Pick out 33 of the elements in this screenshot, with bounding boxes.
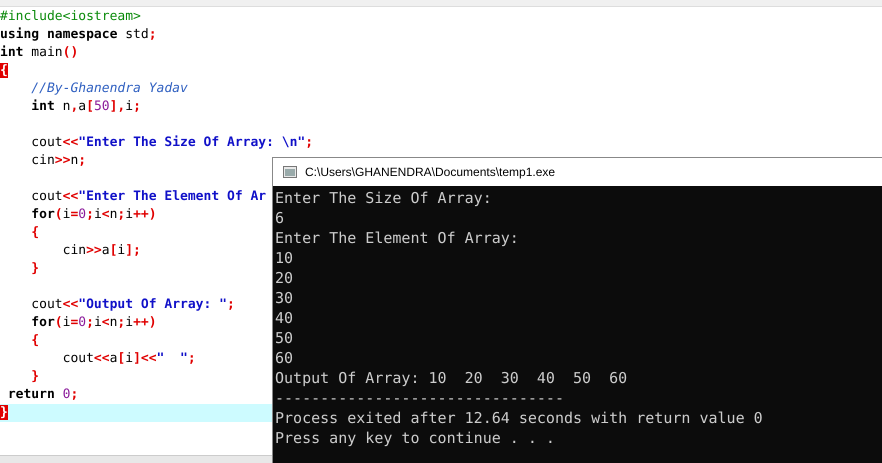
code-line: } <box>30 260 40 278</box>
console-output-line: -------------------------------- <box>274 388 565 408</box>
code-line: { <box>30 224 40 242</box>
code-line: using namespace std; <box>0 26 157 44</box>
code-line: cin>>n; <box>30 152 86 170</box>
console-output-line: 30 <box>274 288 294 308</box>
console-output-line: 60 <box>274 348 294 368</box>
console-output-line: 20 <box>274 268 294 288</box>
code-line: } <box>30 368 40 386</box>
code-line: int main() <box>0 44 78 62</box>
code-line: for(i=0;i<n;i++) <box>30 314 157 332</box>
console-output-line: 40 <box>274 308 294 328</box>
console-output-line: Press any key to continue . . . <box>274 428 556 448</box>
code-line: cin>>a[i]; <box>62 242 141 260</box>
console-output-line: 50 <box>274 328 294 348</box>
console-output-line: Enter The Element Of Array: <box>274 228 520 248</box>
code-line: for(i=0;i<n;i++) <box>30 206 157 224</box>
console-app-icon <box>283 166 297 178</box>
code-line: return 0; <box>6 386 78 404</box>
code-line: //By-Ghanendra Yadav <box>30 80 188 98</box>
console-output-line: Enter The Size Of Array: <box>274 188 493 208</box>
code-line: { <box>30 332 40 350</box>
code-line: int n,a[50],i; <box>30 98 141 116</box>
code-line: cout<<"Output Of Array: "; <box>30 296 235 314</box>
code-line: cout<<"Enter The Element Of Ar <box>30 188 266 206</box>
code-line: #include<iostream> <box>0 8 141 26</box>
code-line: cout<<"Enter The Size Of Array: \n"; <box>30 134 314 152</box>
console-output-line: 6 <box>274 208 286 228</box>
code-line: cout<<a[i]<<" "; <box>62 350 196 368</box>
console-output-line: 10 <box>274 248 294 268</box>
console-output-line: Process exited after 12.64 seconds with return value 0 <box>274 408 764 428</box>
console-output-line: Output Of Array: 10 20 30 40 50 60 <box>274 368 628 388</box>
console-title: C:\Users\GHANENDRA\Documents\temp1.exe <box>305 165 556 179</box>
